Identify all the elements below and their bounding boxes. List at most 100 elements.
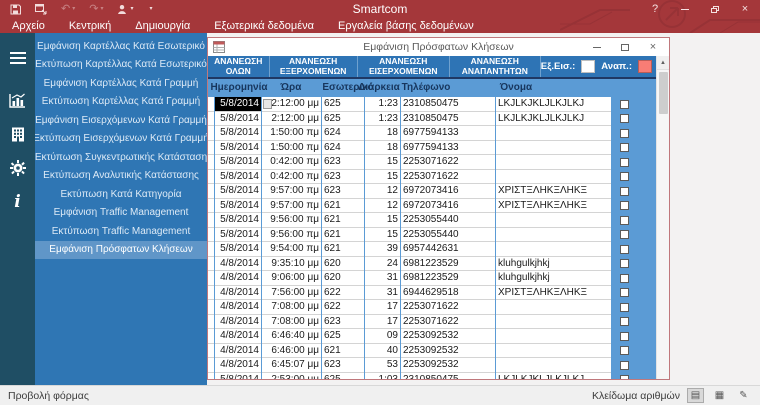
name-cell[interactable] <box>496 343 611 358</box>
record-selector[interactable] <box>208 329 214 344</box>
date-cell[interactable]: 5/8/2014 <box>215 155 261 170</box>
phone-cell[interactable]: 2310850475 <box>401 97 495 112</box>
duration-cell[interactable]: 15 <box>365 213 400 228</box>
record-selector[interactable] <box>208 169 214 184</box>
phone-cell[interactable]: 2310850475 <box>401 372 495 379</box>
duration-cell[interactable]: 15 <box>365 169 400 184</box>
name-cell[interactable] <box>496 155 611 170</box>
duration-cell[interactable]: 1:23 <box>365 97 400 112</box>
child-maximize-button[interactable] <box>611 38 639 56</box>
record-selector[interactable] <box>208 358 214 373</box>
duration-cell[interactable]: 12 <box>365 198 400 213</box>
form-view-icon[interactable] <box>35 3 47 15</box>
duration-cell[interactable]: 31 <box>365 271 400 286</box>
time-cell[interactable]: 2:12:00 μμ <box>262 97 321 112</box>
phone-cell[interactable]: 6981223529 <box>401 256 495 271</box>
extension-cell[interactable]: 625 <box>322 111 364 126</box>
extension-cell[interactable]: 623 <box>322 184 364 199</box>
date-cell[interactable]: 5/8/2014 <box>215 227 261 242</box>
row-checkbox[interactable] <box>620 259 629 269</box>
phone-cell[interactable]: 2253071622 <box>401 314 495 329</box>
time-cell[interactable]: 9:56:00 πμ <box>262 227 321 242</box>
ribbon-tab[interactable]: Εξωτερικά δεδομένα <box>202 18 326 33</box>
duration-cell[interactable]: 15 <box>365 227 400 242</box>
extension-cell[interactable]: 623 <box>322 358 364 373</box>
phone-cell[interactable]: 6977594133 <box>401 140 495 155</box>
date-cell[interactable]: 5/8/2014 <box>215 97 261 112</box>
save-icon[interactable] <box>10 4 21 15</box>
info-icon[interactable]: i <box>0 185 35 219</box>
row-checkbox[interactable] <box>620 317 629 327</box>
phone-cell[interactable]: 6944629518 <box>401 285 495 300</box>
name-cell[interactable] <box>496 314 611 329</box>
refresh-all-button[interactable]: ΑΝΑΝΕΩΣΗ ΟΛΩΝ <box>208 56 270 77</box>
record-selector[interactable] <box>208 126 214 141</box>
row-checkbox[interactable] <box>620 99 629 109</box>
time-cell[interactable]: 7:08:00 μμ <box>262 300 321 315</box>
date-cell[interactable]: 4/8/2014 <box>215 300 261 315</box>
refresh-incoming-button[interactable]: ΑΝΑΝΕΩΣΗ ΕΙΣΕΡΧΟΜΕΝΩΝ <box>358 56 450 77</box>
row-checkbox[interactable] <box>620 157 629 167</box>
record-selector[interactable] <box>208 242 214 257</box>
row-checkbox[interactable] <box>620 273 629 283</box>
time-cell[interactable]: 2:53:00 μμ <box>262 372 321 379</box>
record-selector[interactable] <box>208 140 214 155</box>
help-button[interactable]: ? <box>640 0 670 18</box>
name-cell[interactable] <box>496 169 611 184</box>
child-minimize-button[interactable] <box>583 38 611 56</box>
sidebar-item[interactable]: Εκτύπωση Κατά Κατηγορία <box>35 185 207 204</box>
sidebar-item[interactable]: Εμφάνιση Καρτέλλας Κατά Γραμμή <box>35 74 207 93</box>
row-checkbox[interactable] <box>620 375 629 379</box>
row-checkbox[interactable] <box>620 244 629 254</box>
extension-cell[interactable]: 620 <box>322 271 364 286</box>
record-selector[interactable] <box>208 285 214 300</box>
minimize-button[interactable] <box>670 0 700 18</box>
time-cell[interactable]: 9:57:00 πμ <box>262 184 321 199</box>
undo-icon[interactable]: ↶ ▾ <box>61 3 75 15</box>
time-cell[interactable]: 9:56:00 πμ <box>262 213 321 228</box>
phone-cell[interactable]: 2253055440 <box>401 213 495 228</box>
record-selector[interactable] <box>208 227 214 242</box>
date-cell[interactable]: 4/8/2014 <box>215 358 261 373</box>
sidebar-item[interactable]: Εμφάνιση Πρόσφατων Κλήσεων <box>35 240 207 259</box>
name-cell[interactable]: LKJLKJKLJLKJLKJ <box>496 372 611 379</box>
extension-cell[interactable]: 624 <box>322 126 364 141</box>
date-picker-icon[interactable] <box>263 99 272 109</box>
phone-cell[interactable]: 6957442631 <box>401 242 495 257</box>
extension-cell[interactable]: 625 <box>322 329 364 344</box>
time-cell[interactable]: 0:42:00 πμ <box>262 169 321 184</box>
row-checkbox[interactable] <box>620 201 629 211</box>
date-cell[interactable]: 4/8/2014 <box>215 256 261 271</box>
phone-cell[interactable]: 6977594133 <box>401 126 495 141</box>
name-cell[interactable] <box>496 242 611 257</box>
extension-cell[interactable]: 623 <box>322 169 364 184</box>
phone-cell[interactable]: 2253071622 <box>401 155 495 170</box>
record-selector[interactable] <box>208 256 214 271</box>
duration-cell[interactable]: 18 <box>365 140 400 155</box>
duration-cell[interactable]: 15 <box>365 155 400 170</box>
name-cell[interactable]: ΧΡΙΣΤΞΛΗΚΞΛΗΚΞ <box>496 198 611 213</box>
record-selector[interactable] <box>208 111 214 126</box>
name-cell[interactable] <box>496 227 611 242</box>
name-cell[interactable]: kluhgulkjhkj <box>496 256 611 271</box>
phone-cell[interactable]: 2253092532 <box>401 329 495 344</box>
name-cell[interactable]: ΧΡΙΣΤΞΛΗΚΞΛΗΚΞ <box>496 285 611 300</box>
extension-cell[interactable]: 625 <box>322 372 364 379</box>
vertical-scrollbar[interactable]: ▲ <box>656 56 669 379</box>
duration-cell[interactable]: 1:03 <box>365 372 400 379</box>
time-cell[interactable]: 6:46:00 μμ <box>262 343 321 358</box>
date-cell[interactable]: 5/8/2014 <box>215 372 261 379</box>
date-cell[interactable]: 4/8/2014 <box>215 271 261 286</box>
row-checkbox[interactable] <box>620 331 629 341</box>
time-cell[interactable]: 9:57:00 πμ <box>262 198 321 213</box>
record-selector[interactable] <box>208 343 214 358</box>
phone-cell[interactable]: 6972073416 <box>401 184 495 199</box>
menu-icon[interactable] <box>0 41 35 75</box>
sidebar-item[interactable]: Εμφάνιση Εισερχόμενων Κατά Γραμμή <box>35 111 207 130</box>
account-dropdown-icon[interactable]: ▾ <box>130 6 133 12</box>
scrollbar-thumb[interactable] <box>658 72 668 114</box>
phone-cell[interactable]: 2253092532 <box>401 358 495 373</box>
close-button[interactable]: × <box>730 0 760 18</box>
extension-cell[interactable]: 625 <box>322 97 364 112</box>
row-checkbox[interactable] <box>620 114 629 124</box>
